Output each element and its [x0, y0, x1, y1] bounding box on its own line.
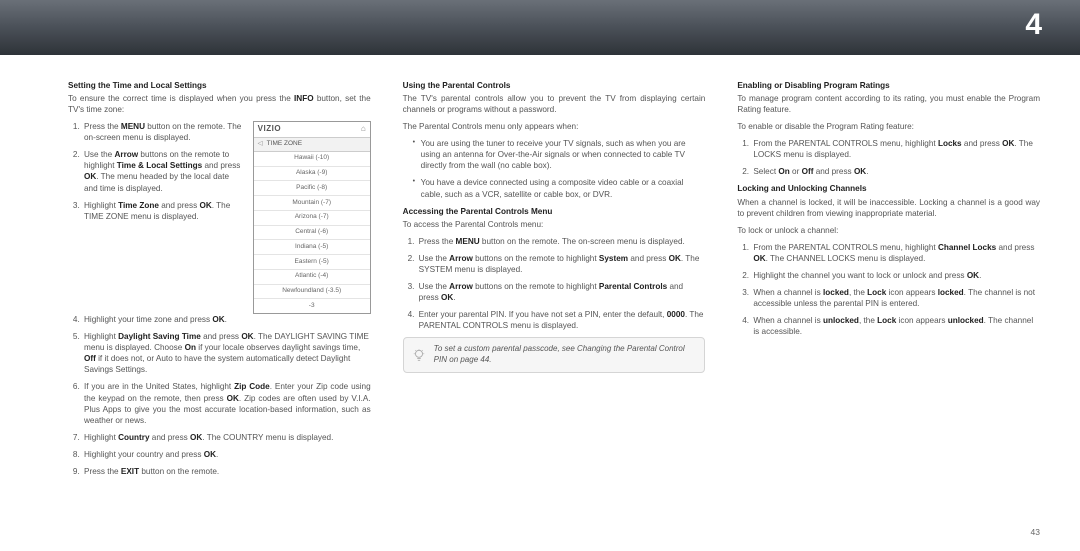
list-item: Use the Arrow buttons on the remote to h…	[82, 149, 245, 193]
paragraph: To enable or disable the Program Rating …	[737, 121, 1040, 132]
ordered-list: Highlight your time zone and press OK. H…	[68, 314, 371, 477]
back-arrow-icon: ◁	[258, 140, 263, 149]
bullet-list: You are using the tuner to receive your …	[403, 138, 706, 199]
menu-row: Central (-6)	[254, 226, 370, 241]
list-item: Enter your parental PIN. If you have not…	[417, 309, 706, 331]
menu-row: Mountain (-7)	[254, 196, 370, 211]
column-3: Enabling or Disabling Program Ratings To…	[737, 80, 1040, 483]
list-item: Use the Arrow buttons on the remote to h…	[417, 253, 706, 275]
menu-row: Arizona (-7)	[254, 211, 370, 226]
section-title: Accessing the Parental Controls Menu	[403, 206, 706, 217]
list-item: Press the EXIT button on the remote.	[82, 466, 371, 477]
list-item: Highlight Time Zone and press OK. The TI…	[82, 200, 245, 222]
section-title: Enabling or Disabling Program Ratings	[737, 80, 1040, 91]
list-item: Highlight your time zone and press OK.	[82, 314, 371, 325]
menu-row: -3	[254, 299, 370, 313]
menu-row: Hawaii (-10)	[254, 152, 370, 167]
list-item: Select On or Off and press OK.	[751, 166, 1040, 177]
list-item: Highlight your country and press OK.	[82, 449, 371, 460]
page-body: Setting the Time and Local Settings To e…	[0, 55, 1080, 493]
column-1: Setting the Time and Local Settings To e…	[68, 80, 371, 483]
menu-header: VIZIO ⌂	[254, 122, 370, 138]
timezone-menu-figure: VIZIO ⌂ ◁ TIME ZONE Hawaii (-10) Alaska …	[253, 121, 371, 314]
list-item: Press the MENU button on the remote. The…	[417, 236, 706, 247]
menu-row: Atlantic (-4)	[254, 270, 370, 285]
home-icon: ⌂	[361, 124, 366, 135]
list-item: From the PARENTAL CONTROLS menu, highlig…	[751, 138, 1040, 160]
list-item: When a channel is unlocked, the Lock ico…	[751, 315, 1040, 337]
list-item: If you are in the United States, highlig…	[82, 381, 371, 425]
ordered-list: Press the MENU button on the remote. The…	[403, 236, 706, 331]
paragraph: To lock or unlock a channel:	[737, 225, 1040, 236]
chapter-number: 4	[1025, 8, 1042, 42]
list-item: Use the Arrow buttons on the remote to h…	[417, 281, 706, 303]
paragraph: When a channel is locked, it will be ina…	[737, 197, 1040, 219]
ordered-list: Press the MENU button on the remote. The…	[68, 121, 245, 222]
ordered-list: From the PARENTAL CONTROLS menu, highlig…	[737, 138, 1040, 177]
lightbulb-icon	[412, 348, 426, 362]
chapter-header: 4	[0, 0, 1080, 55]
menu-row: Alaska (-9)	[254, 167, 370, 182]
list-item: Highlight Country and press OK. The COUN…	[82, 432, 371, 443]
paragraph: To access the Parental Controls menu:	[403, 219, 706, 230]
menu-row: Newfoundland (-3.5)	[254, 285, 370, 300]
page-number: 43	[1031, 527, 1040, 537]
paragraph: To manage program content according to i…	[737, 93, 1040, 115]
steps-with-figure: Press the MENU button on the remote. The…	[68, 121, 371, 314]
paragraph: The Parental Controls menu only appears …	[403, 121, 706, 132]
tip-callout: To set a custom parental passcode, see C…	[403, 337, 706, 373]
ordered-list: From the PARENTAL CONTROLS menu, highlig…	[737, 242, 1040, 337]
section-title: Locking and Unlocking Channels	[737, 183, 1040, 194]
list-item: From the PARENTAL CONTROLS menu, highlig…	[751, 242, 1040, 264]
column-2: Using the Parental Controls The TV's par…	[403, 80, 706, 483]
list-item: You have a device connected using a comp…	[413, 177, 706, 199]
paragraph: The TV's parental controls allow you to …	[403, 93, 706, 115]
menu-row: Pacific (-8)	[254, 181, 370, 196]
menu-row: Indiana (-5)	[254, 240, 370, 255]
list-item: When a channel is locked, the Lock icon …	[751, 287, 1040, 309]
menu-title-row: ◁ TIME ZONE	[254, 138, 370, 152]
menu-row: Eastern (-5)	[254, 255, 370, 270]
list-item: You are using the tuner to receive your …	[413, 138, 706, 171]
list-item: Highlight the channel you want to lock o…	[751, 270, 1040, 281]
section-title: Using the Parental Controls	[403, 80, 706, 91]
list-item: Highlight Daylight Saving Time and press…	[82, 331, 371, 375]
menu-title: TIME ZONE	[267, 140, 302, 149]
list-item: Press the MENU button on the remote. The…	[82, 121, 245, 143]
paragraph: To ensure the correct time is displayed …	[68, 93, 371, 115]
section-title: Setting the Time and Local Settings	[68, 80, 371, 91]
brand-logo: VIZIO	[258, 124, 361, 135]
